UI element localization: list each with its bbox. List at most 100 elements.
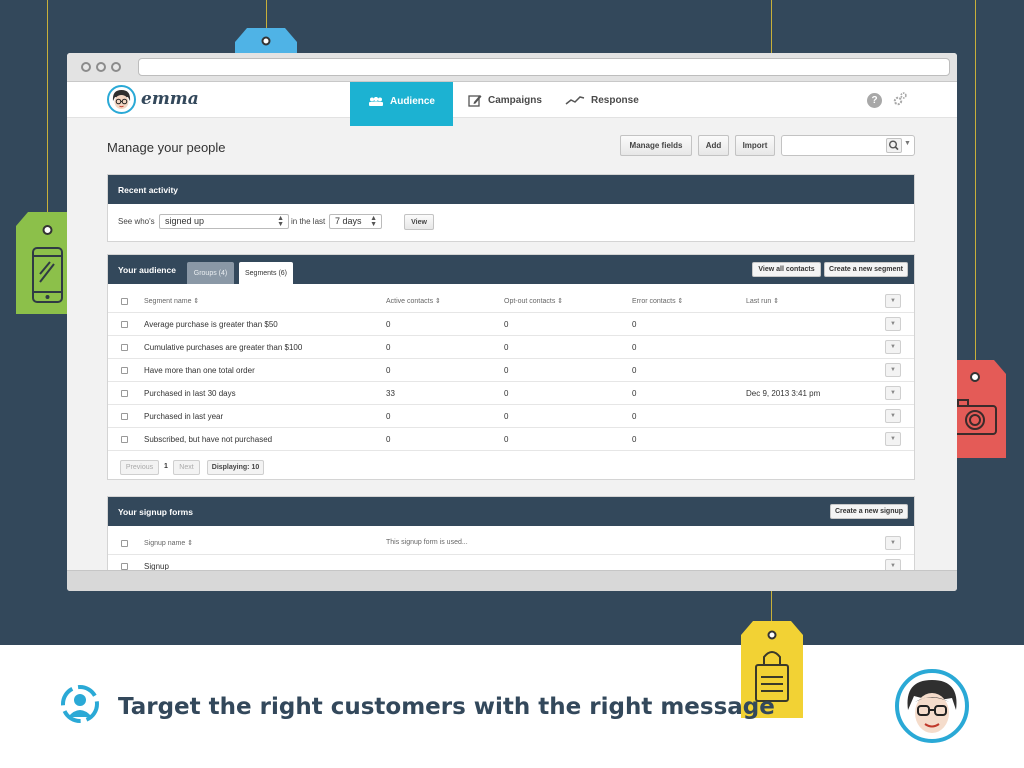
row-checkbox[interactable] [121, 344, 128, 351]
active-contacts: 0 [386, 412, 391, 421]
segment-name[interactable]: Cumulative purchases are greater than $1… [144, 343, 302, 352]
displaying-select[interactable]: Displaying: 10 [207, 460, 264, 475]
event-select[interactable]: signed up ▲ ▼ [159, 214, 289, 229]
logo-text: emma [141, 89, 199, 109]
panel-title: Your audience [118, 265, 176, 275]
search-button[interactable] [886, 138, 902, 153]
search-input[interactable] [786, 139, 884, 152]
error-contacts: 0 [632, 389, 637, 398]
segment-name[interactable]: Have more than one total order [144, 366, 255, 375]
address-bar[interactable] [138, 58, 950, 76]
optout-contacts: 0 [504, 343, 509, 352]
column-header[interactable]: Error contacts ⇕ [632, 297, 683, 305]
recent-activity-filter: See who's signed up ▲ ▼ in the last 7 day… [108, 204, 914, 241]
table-row[interactable]: Average purchase is greater than $50 0 0… [108, 313, 914, 336]
tagline: Target the right customers with the righ… [118, 694, 775, 720]
recent-activity-header: Recent activity [108, 175, 914, 204]
row-actions-dropdown[interactable]: ▼ [885, 317, 901, 331]
panel-title: Your signup forms [118, 507, 193, 517]
event-select-value: signed up [165, 216, 205, 226]
row-actions-dropdown[interactable]: ▼ [885, 432, 901, 446]
import-button[interactable]: Import [735, 135, 775, 156]
segment-name[interactable]: Subscribed, but have not purchased [144, 435, 272, 444]
nav-label: Campaigns [488, 94, 542, 106]
row-actions-dropdown[interactable]: ▼ [885, 340, 901, 354]
search-box: ▼ [781, 135, 915, 156]
window-maximize-button[interactable] [111, 62, 121, 72]
help-icon[interactable]: ? [867, 93, 882, 108]
header-actions-dropdown[interactable]: ▼ [885, 536, 901, 550]
filter-middle: in the last [291, 217, 326, 226]
current-page: 1 [164, 463, 168, 470]
row-checkbox[interactable] [121, 390, 128, 397]
tag-string [47, 0, 48, 216]
column-header[interactable]: Signup name ⇕ [144, 539, 193, 547]
row-checkbox[interactable] [121, 321, 128, 328]
period-select[interactable]: 7 days ▲ ▼ [329, 214, 382, 229]
column-header[interactable]: Last run ⇕ [746, 297, 779, 305]
table-row[interactable]: Have more than one total order 0 0 0 ▼ [108, 359, 914, 382]
select-all-checkbox[interactable] [121, 540, 128, 547]
nav-label: Response [591, 94, 639, 106]
row-checkbox[interactable] [121, 563, 128, 570]
hero-background: emma Audience Campaigns Response ? Manag… [0, 0, 1024, 645]
gear-icon[interactable] [892, 91, 908, 107]
manage-fields-button[interactable]: Manage fields [620, 135, 692, 156]
signup-forms-panel: Your signup forms Create a new signup Si… [107, 496, 915, 570]
browser-window: emma Audience Campaigns Response ? Manag… [67, 53, 957, 591]
signup-name[interactable]: Signup [144, 562, 169, 570]
view-button[interactable]: View [404, 214, 434, 230]
people-icon [368, 96, 383, 106]
row-actions-dropdown[interactable]: ▼ [885, 559, 901, 570]
next-page-button[interactable]: Next [173, 460, 200, 475]
column-header[interactable]: Active contacts ⇕ [386, 297, 441, 305]
row-checkbox[interactable] [121, 413, 128, 420]
row-actions-dropdown[interactable]: ▼ [885, 363, 901, 377]
tab-groups[interactable]: Groups (4) [187, 262, 234, 284]
table-row[interactable]: Cumulative purchases are greater than $1… [108, 336, 914, 359]
tag-string [975, 0, 976, 364]
view-all-contacts-button[interactable]: View all contacts [752, 262, 821, 277]
optout-contacts: 0 [504, 389, 509, 398]
table-row[interactable]: Subscribed, but have not purchased 0 0 0… [108, 428, 914, 451]
audience-header: Your audience Groups (4) Segments (6) Vi… [108, 255, 914, 284]
recent-activity-panel: Recent activity See who's signed up ▲ ▼ i… [107, 174, 915, 242]
table-row[interactable]: Signup ▼ [108, 555, 914, 570]
error-contacts: 0 [632, 412, 637, 421]
nav-label: Audience [389, 95, 435, 107]
add-button[interactable]: Add [698, 135, 729, 156]
audience-panel: Your audience Groups (4) Segments (6) Vi… [107, 254, 915, 480]
error-contacts: 0 [632, 343, 637, 352]
row-actions-dropdown[interactable]: ▼ [885, 409, 901, 423]
tab-segments[interactable]: Segments (6) [239, 262, 293, 284]
nav-tab-audience[interactable]: Audience [350, 82, 453, 126]
nav-tab-campaigns[interactable]: Campaigns [468, 82, 542, 118]
table-header-row: Signup name ⇕ This signup form is used..… [108, 532, 914, 555]
previous-page-button[interactable]: Previous [120, 460, 159, 475]
row-actions-dropdown[interactable]: ▼ [885, 386, 901, 400]
window-minimize-button[interactable] [96, 62, 106, 72]
select-arrows-icon: ▲ ▼ [277, 215, 284, 228]
nav-tab-response[interactable]: Response [565, 82, 639, 118]
column-header[interactable]: Opt-out contacts ⇕ [504, 297, 563, 305]
search-options-chevron-icon[interactable]: ▼ [904, 140, 911, 147]
signup-forms-header: Your signup forms Create a new signup [108, 497, 914, 526]
select-all-checkbox[interactable] [121, 298, 128, 305]
header-actions-dropdown[interactable]: ▼ [885, 294, 901, 308]
segment-name[interactable]: Purchased in last 30 days [144, 389, 236, 398]
segment-name[interactable]: Purchased in last year [144, 412, 223, 421]
window-close-button[interactable] [81, 62, 91, 72]
table-row[interactable]: Purchased in last 30 days 33 0 0 Dec 9, … [108, 382, 914, 405]
error-contacts: 0 [632, 366, 637, 375]
segment-name[interactable]: Average purchase is greater than $50 [144, 320, 278, 329]
page-title: Manage your people [107, 140, 226, 155]
row-checkbox[interactable] [121, 436, 128, 443]
create-segment-button[interactable]: Create a new segment [824, 262, 908, 277]
optout-contacts: 0 [504, 412, 509, 421]
row-checkbox[interactable] [121, 367, 128, 374]
column-header[interactable]: Segment name ⇕ [144, 297, 199, 305]
table-row[interactable]: Purchased in last year 0 0 0 ▼ [108, 405, 914, 428]
top-navigation: emma Audience Campaigns Response ? [67, 82, 957, 126]
create-signup-button[interactable]: Create a new signup [830, 504, 908, 519]
table-header-row: Segment name ⇕ Active contacts ⇕ Opt-out… [108, 290, 914, 313]
